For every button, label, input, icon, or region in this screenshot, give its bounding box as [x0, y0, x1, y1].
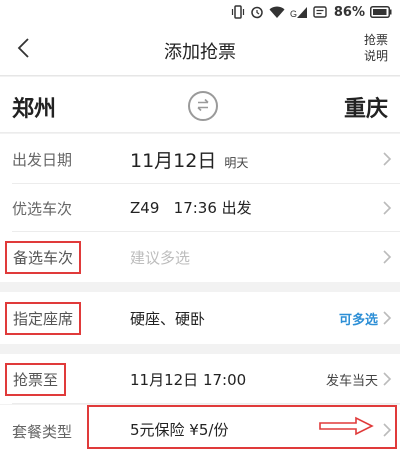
notification-icon — [313, 5, 327, 19]
preferred-train-label: 优选车次 — [12, 200, 73, 218]
status-bar: G 86% — [0, 0, 400, 24]
departure-date-label: 出发日期 — [12, 151, 73, 169]
chevron-right-icon — [383, 372, 392, 386]
wifi-icon — [269, 5, 285, 19]
departure-date: 11月12日 — [130, 150, 217, 172]
status-icons: G 86% — [231, 3, 392, 21]
package-type-label: 套餐类型 — [12, 423, 73, 441]
preferred-train-row[interactable]: 优选车次 Z49 17:36 出发 — [0, 184, 400, 232]
svg-text:G: G — [290, 9, 297, 19]
departure-date-value: 11月12日 明天 — [130, 146, 248, 173]
alarm-icon — [250, 5, 264, 19]
divider — [12, 403, 400, 404]
arrival-city[interactable]: 重庆 — [344, 91, 388, 123]
chevron-right-icon — [383, 152, 392, 166]
backup-train-placeholder: 建议多选 — [130, 249, 191, 267]
grab-deadline-row[interactable]: 抢票至 11月12日 17:00 发车当天 — [0, 354, 400, 404]
departure-city[interactable]: 郑州 — [12, 91, 56, 123]
multi-select-hint: 可多选 — [338, 313, 378, 328]
swap-cities-button[interactable] — [188, 91, 218, 121]
grab-deadline-label: 抢票至 — [5, 363, 67, 396]
seat-class-row[interactable]: 指定座席 硬座、硬卧 可多选 — [0, 292, 400, 344]
backup-train-label: 备选车次 — [5, 241, 82, 274]
preferred-train-value: Z49 17:36 出发 — [130, 199, 252, 217]
swap-icon — [195, 97, 211, 116]
battery-level: 86% — [333, 4, 365, 20]
rules-line-1: 抢票 — [363, 33, 388, 47]
seat-class-value: 硬座、硬卧 — [130, 310, 206, 328]
chevron-right-icon — [383, 311, 392, 325]
departure-date-hint: 明天 — [224, 156, 249, 170]
chevron-right-icon — [383, 423, 392, 437]
ticket-rules-link[interactable]: 抢票 说明 — [358, 32, 394, 64]
seat-class-label: 指定座席 — [5, 302, 82, 335]
package-type-value: 5元保险 ¥5/份 — [130, 421, 229, 439]
hint-arrow-icon — [319, 416, 374, 436]
route-selector: 郑州 重庆 — [0, 77, 400, 133]
signal-icon: G — [290, 5, 308, 19]
page-title: 添加抢票 — [164, 42, 236, 63]
grab-deadline-hint: 发车当天 — [325, 374, 378, 389]
chevron-right-icon — [383, 250, 392, 264]
nav-bar: 添加抢票 抢票 说明 — [0, 24, 400, 76]
departure-date-row[interactable]: 出发日期 11月12日 明天 — [0, 134, 400, 184]
chevron-right-icon — [383, 201, 392, 215]
vibrate-icon — [231, 5, 245, 19]
backup-train-row[interactable]: 备选车次 建议多选 — [0, 232, 400, 282]
package-type-row[interactable]: 套餐类型 5元保险 ¥5/份 — [0, 405, 400, 468]
grab-deadline-value: 11月12日 17:00 — [130, 371, 247, 389]
rules-line-2: 说明 — [363, 49, 388, 63]
battery-icon — [370, 6, 392, 18]
